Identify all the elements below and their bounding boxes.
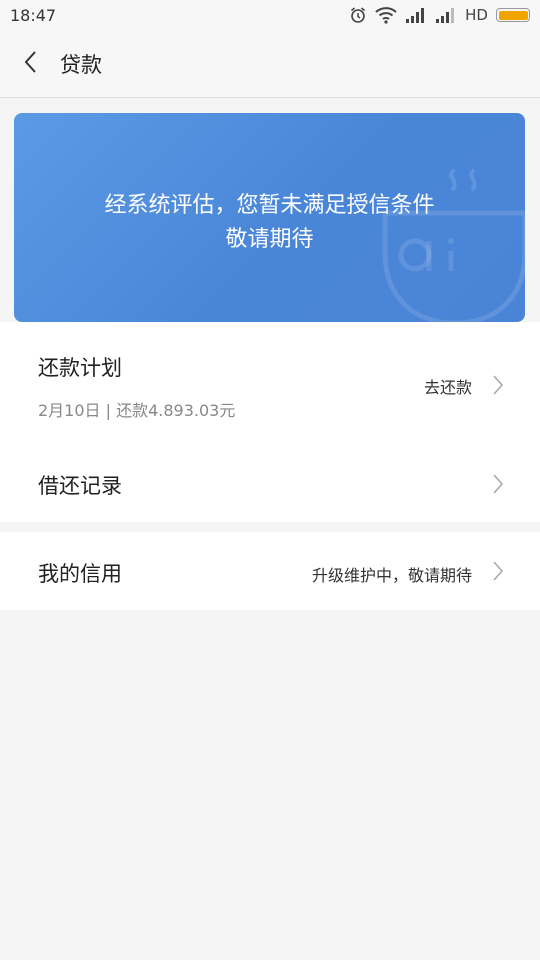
alarm-icon xyxy=(349,6,367,24)
repayment-plan-subtitle: 2月10日 | 还款4.893.03元 xyxy=(38,401,236,420)
banner-message: 经系统评估，您暂未满足授信条件 xyxy=(104,193,435,218)
back-button[interactable] xyxy=(0,30,60,98)
network-type: HD xyxy=(465,6,488,24)
status-time: 18:47 xyxy=(10,5,57,25)
chevron-right-icon xyxy=(492,473,504,499)
repay-now-link[interactable]: 去还款 xyxy=(424,374,472,398)
my-credit-title: 我的信用 xyxy=(38,562,122,586)
loan-actions-card: 还款计划 2月10日 | 还款4.893.03元 去还款 借还记录 xyxy=(0,322,540,522)
chevron-right-icon xyxy=(492,560,504,586)
signal-icon xyxy=(435,7,457,23)
credit-card: 我的信用 升级维护中，敬请期待 xyxy=(0,532,540,610)
loan-records-row[interactable]: 借还记录 xyxy=(0,442,540,522)
wifi-icon xyxy=(375,6,397,24)
chevron-left-icon xyxy=(23,50,37,78)
repayment-plan-title: 还款计划 xyxy=(38,356,122,380)
app-header: 贷款 xyxy=(0,30,540,98)
repayment-plan-row[interactable]: 还款计划 2月10日 | 还款4.893.03元 去还款 xyxy=(0,322,540,442)
chevron-right-icon xyxy=(492,374,504,400)
battery-icon xyxy=(496,8,530,22)
page-title: 贷款 xyxy=(60,52,102,77)
credit-status: 升级维护中，敬请期待 xyxy=(311,566,472,585)
signal-icon xyxy=(405,7,427,23)
loan-records-title: 借还记录 xyxy=(38,474,122,498)
banner-submessage: 敬请期待 xyxy=(225,227,314,252)
status-bar: 18:47 HD xyxy=(0,0,540,30)
status-icons: HD xyxy=(349,6,530,24)
my-credit-row[interactable]: 我的信用 升级维护中，敬请期待 xyxy=(0,532,540,610)
credit-banner: 经系统评估，您暂未满足授信条件 敬请期待 xyxy=(14,113,525,322)
